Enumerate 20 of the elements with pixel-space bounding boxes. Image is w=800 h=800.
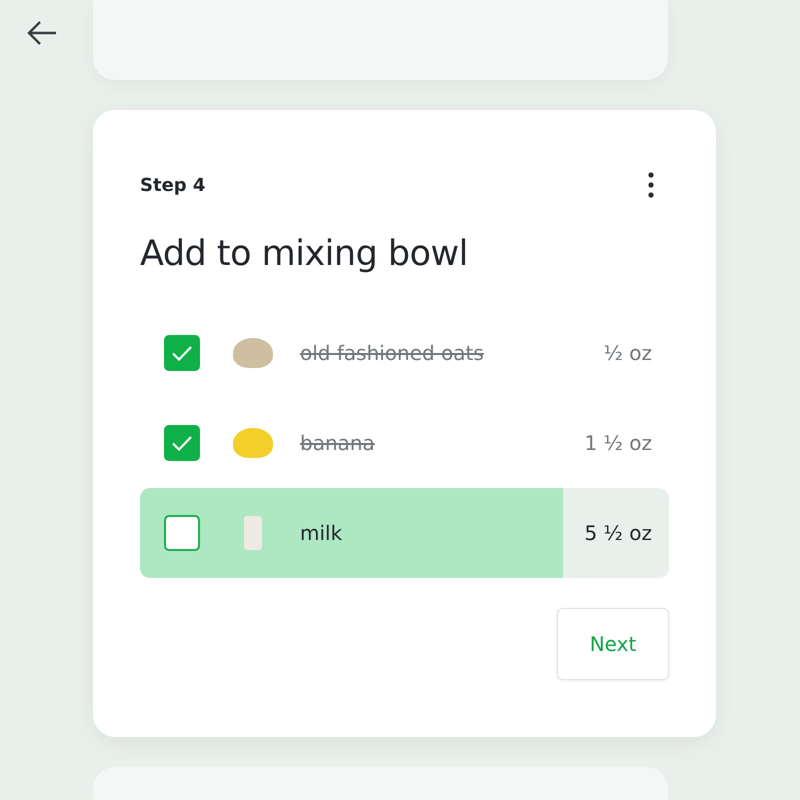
photo-placeholder (244, 516, 262, 550)
photo-placeholder (233, 338, 273, 368)
checkbox[interactable] (164, 335, 200, 371)
back-arrow-icon[interactable] (27, 21, 57, 45)
ingredient-row[interactable]: old fashioned oats ½ oz (140, 308, 669, 398)
ingredient-amount: 1 ½ oz (584, 431, 652, 455)
ingredient-name: milk (300, 521, 344, 545)
step-title: Add to mixing bowl (140, 234, 469, 274)
ingredient-name: old fashioned oats (300, 341, 485, 365)
more-options-icon[interactable] (648, 172, 654, 198)
ingredient-row[interactable]: banana 1 ½ oz (140, 398, 669, 488)
checkbox[interactable] (164, 425, 200, 461)
photo-placeholder (233, 428, 273, 458)
ingredient-amount: 5 ½ oz (584, 521, 652, 545)
checkbox[interactable] (164, 515, 200, 551)
ingredient-row[interactable]: milk 5 ½ oz (140, 488, 669, 578)
next-button[interactable]: Next (557, 608, 669, 680)
ingredient-amount: ½ oz (604, 341, 652, 365)
ingredient-name: banana (300, 431, 376, 455)
step-label: Step 4 (140, 174, 206, 196)
